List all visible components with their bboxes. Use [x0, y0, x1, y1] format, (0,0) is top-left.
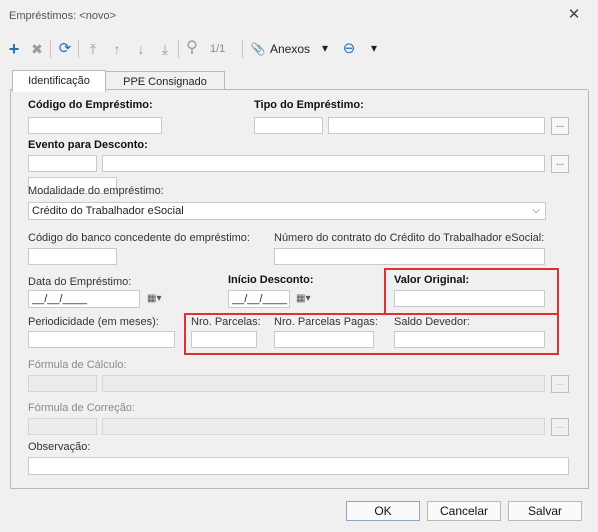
periodicidade-input[interactable]: [28, 331, 175, 348]
formula-correcao-code-input: [28, 418, 97, 435]
numero-contrato-input[interactable]: [274, 248, 545, 265]
evento-desconto-lookup-button[interactable]: ...: [551, 155, 569, 173]
formula-correcao-desc-input: [102, 418, 545, 435]
modalidade-select[interactable]: Crédito do Trabalhador eSocial ⌵: [28, 202, 546, 220]
tipo-emprestimo-desc-input[interactable]: [328, 117, 545, 134]
inicio-desconto-label: Início Desconto:: [228, 274, 314, 286]
codigo-banco-input[interactable]: [28, 248, 117, 265]
formula-calculo-lookup-button: ...: [551, 375, 569, 393]
nro-parcelas-label: Nro. Parcelas:: [191, 316, 261, 328]
refresh-icon[interactable]: ⟳: [57, 41, 73, 57]
window-title: Empréstimos: <novo>: [9, 10, 116, 22]
data-emprestimo-input[interactable]: __/__/____: [28, 290, 140, 308]
status-icon[interactable]: ⊖: [341, 41, 357, 57]
codigo-emprestimo-input[interactable]: [28, 117, 162, 134]
calendar-icon[interactable]: ▦▾: [296, 291, 324, 307]
saldo-devedor-input[interactable]: [394, 331, 545, 348]
data-emprestimo-label: Data do Empréstimo:: [28, 276, 132, 288]
add-icon[interactable]: +: [6, 40, 22, 58]
status-dropdown-icon[interactable]: ▾: [371, 41, 377, 55]
valor-original-input[interactable]: [394, 290, 545, 307]
cancel-button[interactable]: Cancelar: [427, 501, 501, 521]
tipo-emprestimo-code-input[interactable]: [254, 117, 323, 134]
evento-desconto-code-input[interactable]: [28, 155, 97, 172]
evento-desconto-desc-input[interactable]: [102, 155, 545, 172]
previous-record-icon[interactable]: ↑: [109, 41, 125, 57]
codigo-emprestimo-label: Código do Empréstimo:: [28, 99, 153, 111]
paperclip-icon[interactable]: 📎: [250, 41, 266, 57]
ok-button[interactable]: OK: [346, 501, 420, 521]
search-icon[interactable]: ⚲: [184, 40, 200, 56]
toolbar-separator: [242, 40, 243, 58]
tipo-emprestimo-lookup-button[interactable]: ...: [551, 117, 569, 135]
codigo-banco-label: Código do banco concedente do empréstimo…: [28, 232, 250, 244]
formula-calculo-code-input: [28, 375, 97, 392]
tab-label: Identificação: [28, 75, 90, 87]
first-record-icon[interactable]: ⤒: [85, 41, 101, 57]
toolbar-separator: [50, 40, 51, 58]
delete-icon[interactable]: ✖: [29, 41, 45, 57]
toolbar-separator: [178, 40, 179, 58]
modalidade-selected-value: Crédito do Trabalhador eSocial: [32, 205, 184, 217]
next-record-icon[interactable]: ↓: [133, 41, 149, 57]
title-bar: Empréstimos: <novo> ✕: [0, 0, 598, 33]
formula-correcao-lookup-button: ...: [551, 418, 569, 436]
close-icon[interactable]: ✕: [566, 6, 582, 24]
tipo-emprestimo-label: Tipo do Empréstimo:: [254, 99, 364, 111]
numero-contrato-label: Número do contrato do Crédito do Trabalh…: [274, 232, 545, 244]
formula-calculo-desc-input: [102, 375, 545, 392]
nro-parcelas-input[interactable]: [191, 331, 257, 348]
observacao-input[interactable]: [28, 457, 569, 475]
saldo-devedor-label: Saldo Devedor:: [394, 316, 470, 328]
chevron-down-icon: ⌵: [532, 205, 540, 216]
attachments-button[interactable]: Anexos: [270, 42, 310, 56]
modalidade-label: Modalidade do empréstimo:: [28, 185, 164, 197]
nro-parcelas-pagas-input[interactable]: [274, 331, 374, 348]
valor-original-label: Valor Original:: [394, 274, 470, 286]
periodicidade-label: Periodicidade (em meses):: [28, 316, 159, 328]
page-counter: 1/1: [210, 43, 226, 55]
formula-calculo-label: Fórmula de Cálculo:: [28, 359, 127, 371]
inicio-desconto-input[interactable]: __/__/____: [228, 290, 290, 308]
nro-parcelas-pagas-label: Nro. Parcelas Pagas:: [274, 316, 378, 328]
attachments-dropdown-icon[interactable]: ▾: [322, 41, 328, 55]
tab-identificacao[interactable]: Identificação: [12, 70, 106, 92]
toolbar: + ✖ ⟳ ⤒ ↑ ↓ ⤓ ⚲ 1/1 📎 Anexos ▾ ⊖ ▾: [0, 38, 598, 60]
evento-desconto-label: Evento para Desconto:: [28, 139, 148, 151]
observacao-label: Observação:: [28, 441, 91, 453]
toolbar-separator: [78, 40, 79, 58]
calendar-icon[interactable]: ▦▾: [147, 291, 175, 307]
formula-correcao-label: Fórmula de Correção:: [28, 402, 135, 414]
save-button[interactable]: Salvar: [508, 501, 582, 521]
tab-label: PPE Consignado: [123, 76, 207, 88]
last-record-icon[interactable]: ⤓: [157, 41, 173, 57]
